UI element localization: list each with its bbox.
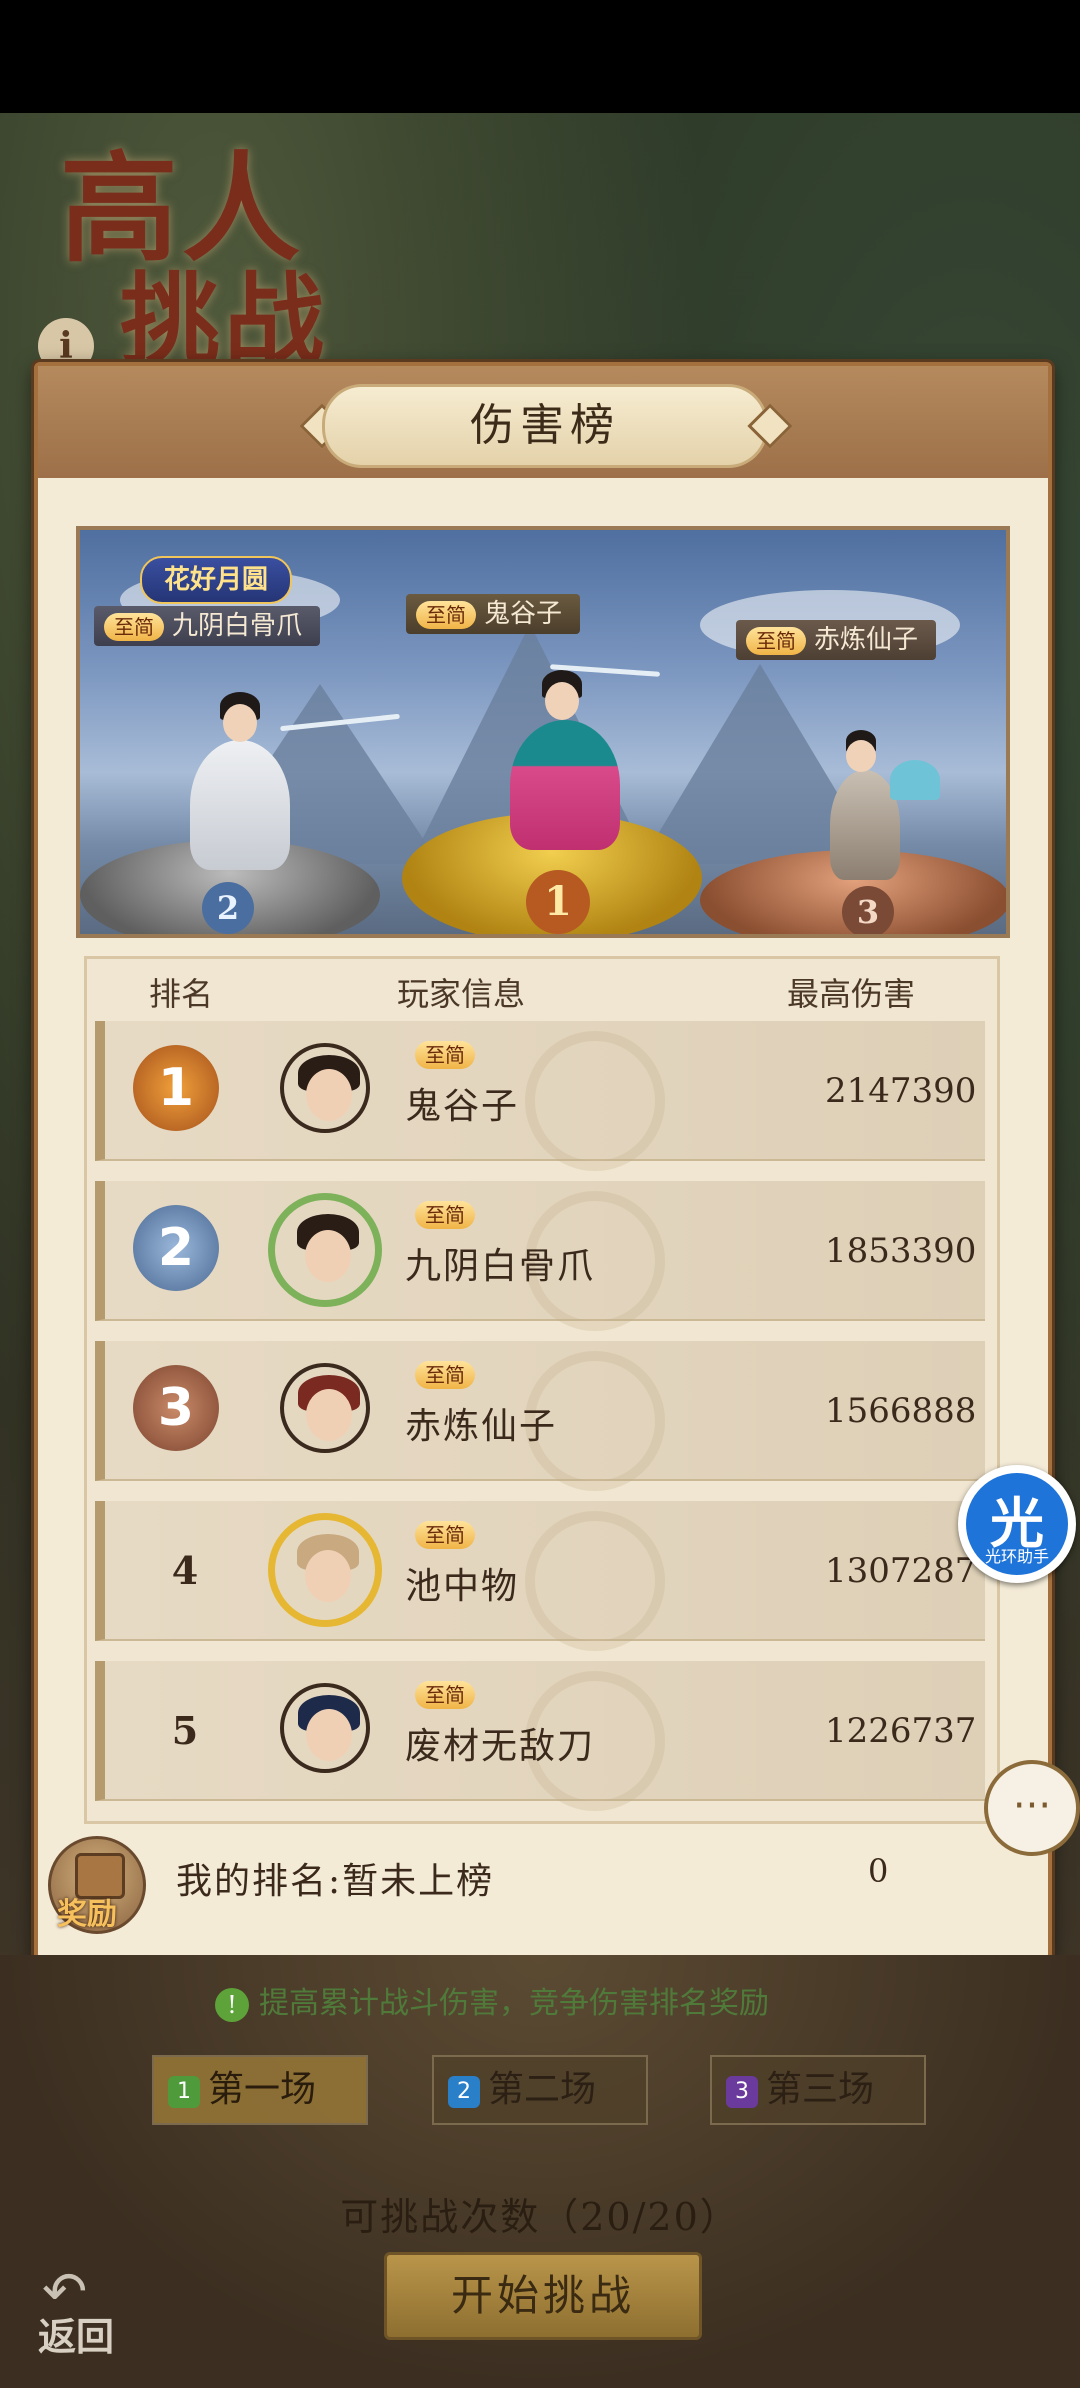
challenge-attempts: 可挑战次数（20/20）: [340, 2195, 740, 2239]
back-label: 返回: [38, 2314, 115, 2359]
header-player-info: 玩家信息: [397, 975, 526, 1013]
chat-bubble-icon[interactable]: ···: [984, 1760, 1080, 1856]
vip-badge: 至简: [104, 613, 164, 641]
first-place-name: 鬼谷子: [484, 599, 563, 629]
halo-assistant-label: 光环助手: [984, 1547, 1049, 1566]
damage-leaderboard-panel: 伤害榜 花好月圆 至简 九阴白骨爪 至简 鬼谷子 至简 赤炼仙子 2 1 3 排…: [34, 362, 1052, 1960]
table-header: 排名 玩家信息 最高伤害: [87, 959, 997, 1019]
rank-1-gem: 1: [526, 870, 590, 934]
round-number-icon: 1: [168, 2076, 200, 2108]
row-decoration: [525, 1511, 665, 1651]
my-rank-text: 我的排名:暂未上榜: [176, 1861, 495, 1902]
max-damage: 1566888: [825, 1391, 977, 1431]
second-place-figure[interactable]: [170, 690, 400, 870]
reward-label: 奖励: [57, 1897, 117, 1932]
vip-badge: 至简: [415, 1041, 475, 1069]
avatar[interactable]: [280, 1683, 370, 1773]
player-name: 赤炼仙子: [405, 1406, 558, 1447]
status-bar: [0, 0, 1080, 113]
vip-badge: 至简: [415, 1681, 475, 1709]
third-place-name: 赤炼仙子: [814, 625, 919, 655]
tip-text: ! 提高累计战斗伤害，竞争伤害排名奖励: [215, 1978, 769, 2022]
panel-title: 伤害榜: [322, 384, 768, 468]
table-row[interactable]: 2 至简 九阴白骨爪 1853390: [95, 1181, 985, 1331]
round-label: 第一场: [208, 2069, 317, 2110]
panel-header: 伤害榜: [38, 366, 1048, 478]
first-place-name-ribbon: 至简 鬼谷子: [406, 594, 581, 634]
tip-label: 提高累计战斗伤害，竞争伤害排名奖励: [259, 1986, 769, 2021]
table-row[interactable]: 5 至简 废材无敌刀 1226737: [95, 1661, 985, 1811]
third-place-figure[interactable]: [810, 730, 940, 880]
reward-button[interactable]: 奖励: [48, 1836, 146, 1934]
game-title: 高人 挑战: [60, 150, 360, 379]
rank-number: 5: [171, 1708, 199, 1753]
header-max-damage: 最高伤害: [787, 975, 916, 1013]
avatar[interactable]: [280, 1043, 370, 1133]
back-button[interactable]: ↶ 返回: [28, 2256, 138, 2359]
row-decoration: [525, 1031, 665, 1171]
avatar[interactable]: [280, 1363, 370, 1453]
table-row[interactable]: 1 至简 鬼谷子 2147390: [95, 1021, 985, 1171]
max-damage: 1226737: [825, 1711, 977, 1751]
round-label: 第三场: [766, 2069, 875, 2110]
first-place-figure[interactable]: [480, 660, 661, 850]
round-1-button[interactable]: 1 第一场: [152, 2055, 368, 2125]
avatar[interactable]: [268, 1193, 382, 1307]
game-title-line1: 高人: [60, 139, 305, 278]
vip-badge: 至简: [415, 1201, 475, 1229]
third-place-name-ribbon: 至简 赤炼仙子: [736, 620, 937, 660]
my-rank-damage: 0: [868, 1852, 889, 1890]
round-3-button[interactable]: 3 第三场: [710, 2055, 926, 2125]
second-place-name: 九阴白骨爪: [172, 611, 303, 641]
second-place-name-ribbon: 至简 九阴白骨爪: [94, 606, 321, 646]
max-damage: 1853390: [825, 1231, 977, 1271]
rank-3-gem: 3: [842, 886, 894, 934]
max-damage: 1307287: [825, 1551, 977, 1591]
halo-assistant-button[interactable]: 光 光环助手: [958, 1465, 1076, 1583]
silver-medal-icon: 2: [133, 1205, 219, 1291]
player-name: 池中物: [405, 1566, 520, 1607]
rank-number: 4: [171, 1548, 199, 1593]
vip-badge: 至简: [415, 1361, 475, 1389]
player-name: 鬼谷子: [405, 1086, 520, 1127]
avatar[interactable]: [268, 1513, 382, 1627]
my-rank-bar: 奖励 我的排名:暂未上榜 0: [38, 1826, 1048, 1946]
player-name: 废材无敌刀: [405, 1726, 596, 1767]
exclamation-icon: !: [215, 1988, 249, 2022]
bronze-medal-icon: 3: [133, 1365, 219, 1451]
top-three-podium: 花好月圆 至简 九阴白骨爪 至简 鬼谷子 至简 赤炼仙子 2 1 3: [76, 526, 1010, 938]
table-row[interactable]: 4 至简 池中物 1307287: [95, 1501, 985, 1651]
event-badge: 花好月圆: [140, 556, 293, 604]
rank-2-gem: 2: [202, 882, 254, 934]
max-damage: 2147390: [825, 1071, 977, 1111]
leaderboard-table: 排名 玩家信息 最高伤害 1 至简 鬼谷子 2147390 2 至简 九阴白骨爪…: [84, 956, 1000, 1824]
round-number-icon: 3: [726, 2076, 758, 2108]
game-title-line2: 挑战: [120, 261, 328, 379]
vip-badge: 至简: [416, 601, 476, 629]
round-label: 第二场: [488, 2069, 597, 2110]
start-challenge-button[interactable]: 开始挑战: [384, 2252, 702, 2340]
vip-badge: 至简: [746, 627, 806, 655]
player-name: 九阴白骨爪: [405, 1246, 596, 1287]
header-rank: 排名: [149, 975, 214, 1013]
round-2-button[interactable]: 2 第二场: [432, 2055, 648, 2125]
vip-badge: 至简: [415, 1521, 475, 1549]
table-row[interactable]: 3 至简 赤炼仙子 1566888: [95, 1341, 985, 1491]
gold-medal-icon: 1: [133, 1045, 219, 1131]
round-number-icon: 2: [448, 2076, 480, 2108]
